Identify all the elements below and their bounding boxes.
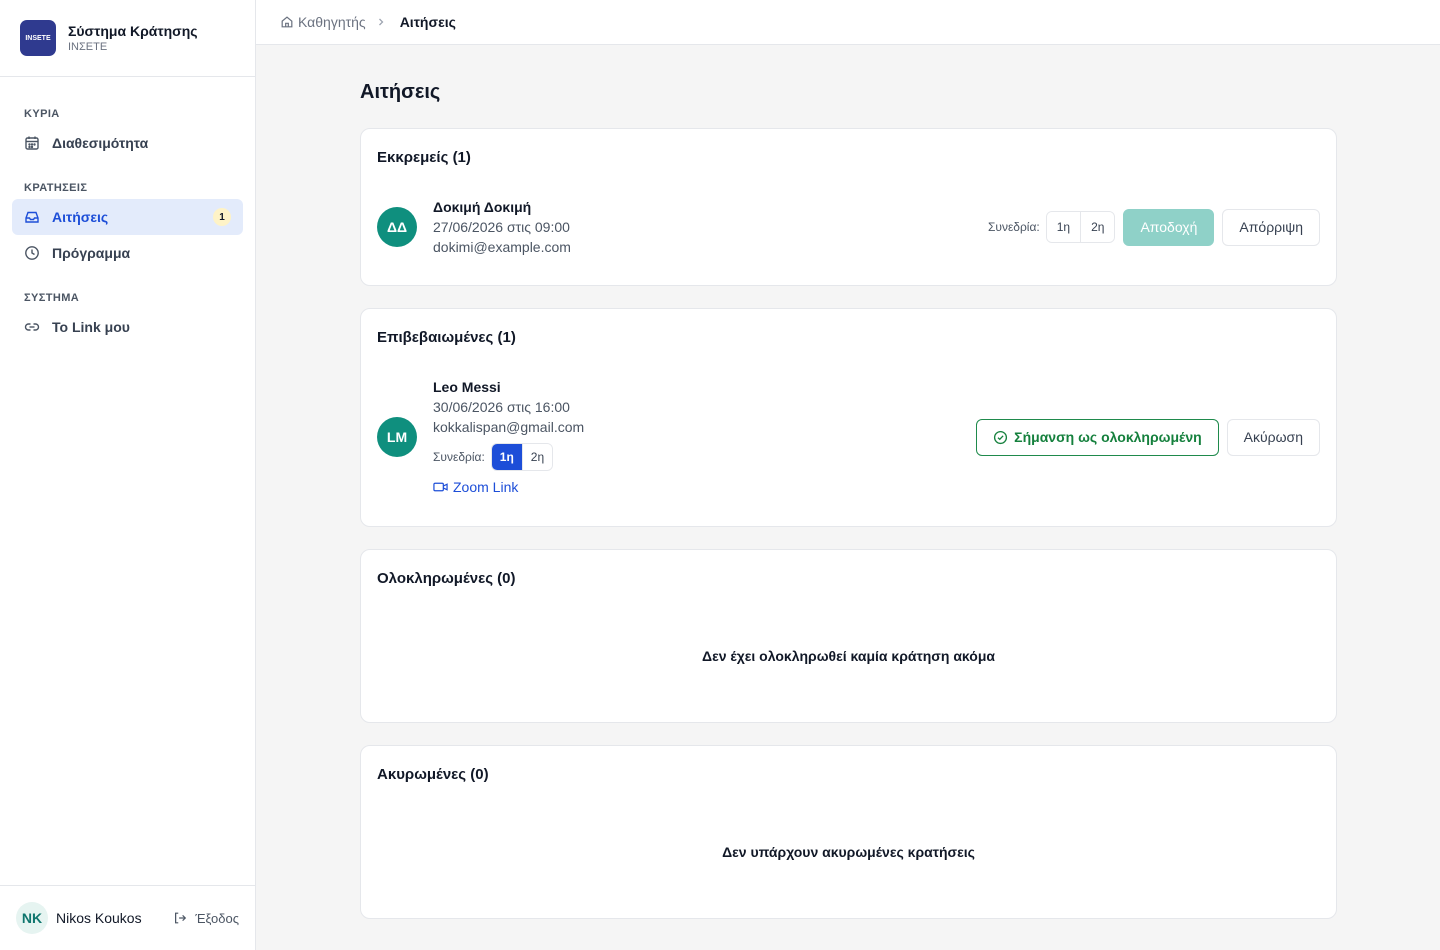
cancelled-card: Ακυρωμένες (0) Δεν υπάρχουν ακυρωμένες κ… — [360, 745, 1337, 919]
booking-info: Leo Messi 30/06/2026 στις 16:00 kokkalis… — [433, 377, 584, 497]
completed-title: Ολοκληρωμένες (0) — [377, 570, 516, 587]
home-icon — [281, 16, 293, 28]
sidebar-item-label: To Link μου — [52, 319, 130, 335]
logout-icon — [175, 912, 187, 924]
pending-request-row: ΔΔ Δοκιμή Δοκιμή 27/06/2026 στις 09:00 d… — [377, 197, 1320, 257]
inbox-icon — [24, 209, 40, 225]
session-label: Συνεδρία: — [987, 220, 1040, 234]
logout-button[interactable]: Έξοδος — [173, 911, 239, 926]
sidebar-item-label: Διαθεσιμότητα — [52, 135, 149, 151]
session-row: Συνεδρία: 1η 2η — [433, 443, 584, 471]
sidebar-item-schedule[interactable]: Πρόγραμμα — [12, 235, 243, 271]
sidebar-item-label: Πρόγραμμα — [52, 245, 131, 261]
pending-card: Εκκρεμείς (1) ΔΔ Δοκιμή Δοκιμή 27/06/202… — [360, 128, 1337, 286]
link-icon — [24, 319, 40, 335]
requester-name: Δοκιμή Δοκιμή — [433, 199, 532, 215]
request-info: Δοκιμή Δοκιμή 27/06/2026 στις 09:00 doki… — [433, 197, 571, 257]
brand-text: Σύστημα Κράτησης ΙΝΣΕΤΕ — [68, 22, 198, 55]
cancelled-title: Ακυρωμένες (0) — [377, 766, 489, 783]
breadcrumb-current: Αιτήσεις — [399, 14, 456, 30]
booking-datetime: 30/06/2026 στις 16:00 — [433, 399, 570, 415]
brand-title: Σύστημα Κράτησης — [68, 22, 198, 39]
reject-button[interactable]: Απόρριψη — [1222, 208, 1320, 246]
breadcrumb: Καθηγητής Αιτήσεις — [280, 14, 456, 30]
confirmed-title: Επιβεβαιωμένες (1) — [377, 329, 516, 346]
nav-section-bookings: ΚΡΑΤΗΣΕΙΣ — [24, 182, 88, 194]
main-content: Αιτήσεις Εκκρεμείς (1) ΔΔ Δοκιμή Δοκιμή … — [360, 45, 1337, 919]
sidebar-nav: ΚΥΡΙΑ Διαθεσιμότητα ΚΡΑΤΗΣΕΙΣ Αιτήσεις 1… — [0, 77, 255, 345]
user-name: Nikos Koukos — [56, 910, 142, 926]
confirmed-booking-row: LM Leo Messi 30/06/2026 στις 16:00 kokka… — [377, 377, 1320, 497]
booker-email: kokkalispan@gmail.com — [433, 419, 585, 435]
sidebar-item-availability[interactable]: Διαθεσιμότητα — [12, 125, 243, 161]
chevron-right-icon — [376, 17, 390, 27]
cancelled-empty-message: Δεν υπάρχουν ακυρωμένες κρατήσεις — [722, 844, 975, 860]
sidebar-item-requests[interactable]: Αιτήσεις 1 — [12, 199, 243, 235]
completed-card: Ολοκληρωμένες (0) Δεν έχει ολοκληρωθεί κ… — [360, 549, 1337, 723]
session-label: Συνεδρία: — [433, 450, 485, 464]
request-datetime: 27/06/2026 στις 09:00 — [433, 219, 570, 235]
session-2-option[interactable]: 2η — [1080, 212, 1115, 242]
mark-complete-button[interactable]: Σήμανση ως ολοκληρωμένη — [976, 418, 1219, 456]
sidebar-item-my-link[interactable]: To Link μου — [12, 309, 243, 345]
confirmed-card: Επιβεβαιωμένες (1) LM Leo Messi 30/06/20… — [360, 308, 1337, 527]
breadcrumb-home-link[interactable]: Καθηγητής — [298, 14, 366, 30]
mark-complete-label: Σήμανση ως ολοκληρωμένη — [1014, 429, 1202, 445]
sidebar: INSETE Σύστημα Κράτησης ΙΝΣΕΤΕ ΚΥΡΙΑ Δια… — [0, 0, 256, 950]
brand-subtitle: ΙΝΣΕΤΕ — [68, 40, 108, 53]
session-1-option[interactable]: 1η — [1046, 212, 1081, 242]
completed-empty-message: Δεν έχει ολοκληρωθεί καμία κράτηση ακόμα — [702, 648, 995, 664]
pending-title: Εκκρεμείς (1) — [377, 149, 471, 166]
nav-section-main: ΚΥΡΙΑ — [24, 108, 60, 120]
cancel-button[interactable]: Ακύρωση — [1226, 418, 1320, 456]
user-avatar: NK — [16, 902, 48, 934]
zoom-link-label: Zoom Link — [453, 479, 519, 495]
clock-icon — [24, 245, 40, 261]
check-circle-icon — [994, 430, 1008, 444]
booker-name: Leo Messi — [433, 379, 501, 395]
session-selector: 1η 2η — [490, 443, 554, 471]
requester-email: dokimi@example.com — [433, 239, 571, 255]
session-2-option[interactable]: 2η — [521, 444, 553, 470]
avatar: ΔΔ — [377, 207, 417, 247]
sidebar-item-label: Αιτήσεις — [52, 209, 109, 225]
video-camera-icon — [433, 482, 448, 492]
avatar: LM — [377, 417, 417, 457]
accept-button[interactable]: Αποδοχή — [1123, 208, 1215, 246]
zoom-link[interactable]: Zoom Link — [433, 477, 584, 497]
brand-logo: INSETE — [20, 20, 56, 56]
requests-count-badge: 1 — [213, 208, 231, 226]
topbar: Καθηγητής Αιτήσεις — [256, 0, 1440, 45]
session-1-option[interactable]: 1η — [491, 444, 522, 470]
page-title: Αιτήσεις — [360, 81, 441, 103]
brand: INSETE Σύστημα Κράτησης ΙΝΣΕΤΕ — [0, 0, 255, 77]
sidebar-footer: NK Nikos Koukos Έξοδος — [0, 885, 255, 950]
logout-label: Έξοδος — [195, 910, 239, 926]
calendar-icon — [24, 135, 40, 151]
nav-section-system: ΣΥΣΤΗΜΑ — [24, 292, 80, 304]
session-selector: 1η 2η — [1045, 211, 1116, 243]
